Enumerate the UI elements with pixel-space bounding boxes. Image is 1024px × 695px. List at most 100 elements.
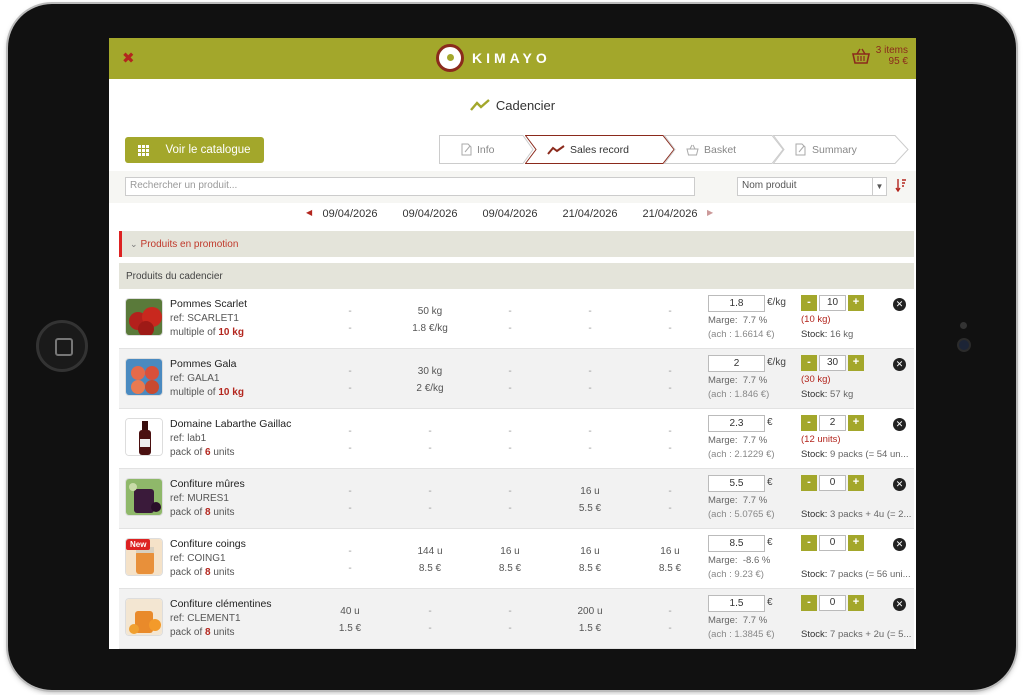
remove-icon[interactable]: ✕ [893, 598, 906, 611]
search-input[interactable]: Rechercher un produit... [125, 177, 695, 196]
history-cell: - - [470, 483, 550, 517]
decrement-button[interactable]: - [801, 535, 817, 551]
product-image[interactable]: New [125, 538, 163, 576]
step-summary[interactable]: Summary [773, 135, 909, 164]
stock-label: Stock: [801, 629, 828, 640]
increment-button[interactable]: + [848, 295, 864, 311]
step-info[interactable]: Info [439, 135, 534, 164]
step-basket[interactable]: Basket [664, 135, 784, 164]
step-sales-record[interactable]: Sales record [525, 135, 675, 164]
product-image[interactable] [125, 298, 163, 336]
purchase-price: (ach : 9.23 €) [708, 569, 764, 580]
increment-button[interactable]: + [848, 595, 864, 611]
decrement-button[interactable]: - [801, 475, 817, 491]
history-price: - [588, 323, 592, 334]
price-input[interactable]: 5.5 [708, 475, 765, 492]
product-image[interactable] [125, 358, 163, 396]
stock-label: Stock: [801, 329, 828, 340]
pack-value: 10 kg [218, 327, 244, 338]
decrement-button[interactable]: - [801, 355, 817, 371]
price-input[interactable]: 1.5 [708, 595, 765, 612]
quantity-input[interactable]: 30 [819, 355, 846, 371]
cadencier-section-header: Produits du cadencier [119, 263, 914, 289]
close-icon[interactable]: ✖ [122, 49, 135, 67]
decrement-button[interactable]: - [801, 295, 817, 311]
remove-icon[interactable]: ✕ [893, 478, 906, 491]
product-name[interactable]: Confiture clémentines [170, 598, 272, 610]
pack-prefix: pack of [170, 627, 206, 638]
home-button[interactable] [36, 320, 88, 372]
product-row: New Confiture coings ref: COING1 pack of 8 … [119, 529, 914, 589]
history-qty: - [348, 486, 352, 497]
history-qty: 16 u [580, 486, 600, 497]
stock-label: Stock: [801, 569, 828, 580]
basket-icon [851, 48, 870, 64]
history-cell: 16 u 5.5 € [550, 483, 630, 517]
sort-select[interactable]: Nom produit ▼ [737, 177, 887, 196]
view-catalog-button[interactable]: Voir le catalogue [125, 137, 264, 163]
cart-total: 95 € [888, 56, 908, 67]
increment-button[interactable]: + [848, 415, 864, 431]
price-unit: €/kg [767, 357, 786, 368]
history-cell: - - [630, 423, 710, 457]
quantity-input[interactable]: 0 [819, 475, 846, 491]
product-name[interactable]: Pommes Gala [170, 358, 237, 370]
logo-text: KIMAYO [472, 50, 551, 66]
increment-button[interactable]: + [848, 475, 864, 491]
purchase-price: (ach : 1.3845 €) [708, 629, 775, 640]
product-name[interactable]: Confiture mûres [170, 478, 245, 490]
next-arrow-icon[interactable]: ▶ [707, 208, 713, 217]
stock-value: 57 kg [830, 389, 854, 400]
promo-section-header[interactable]: ⌄ Produits en promotion [119, 231, 914, 257]
history-qty: 40 u [340, 606, 360, 617]
history-cell: 16 u 8.5 € [550, 543, 630, 577]
history-cell: 200 u 1.5 € [550, 603, 630, 637]
increment-button[interactable]: + [848, 355, 864, 371]
margin-info: Marge: 7.7 % [708, 495, 767, 506]
product-image[interactable] [125, 478, 163, 516]
history-price: - [508, 443, 512, 454]
quantity-input[interactable]: 10 [819, 295, 846, 311]
decrement-button[interactable]: - [801, 415, 817, 431]
margin-info: Marge: 7.7 % [708, 315, 767, 326]
remove-icon[interactable]: ✕ [893, 418, 906, 431]
history-price: - [588, 383, 592, 394]
remove-icon[interactable]: ✕ [893, 358, 906, 371]
decrement-button[interactable]: - [801, 595, 817, 611]
remove-icon[interactable]: ✕ [893, 298, 906, 311]
cart-summary[interactable]: 3 items 95 € [851, 45, 908, 67]
remove-icon[interactable]: ✕ [893, 538, 906, 551]
page-title: Cadencier [495, 97, 556, 113]
increment-button[interactable]: + [848, 535, 864, 551]
camera-lens [957, 338, 971, 352]
product-image[interactable] [125, 418, 163, 456]
stock-label: Stock: [801, 389, 828, 400]
margin-label: Marge: [708, 555, 738, 566]
quantity-input[interactable]: 2 [819, 415, 846, 431]
history-cell: - - [470, 303, 550, 337]
price-input[interactable]: 1.8 [708, 295, 765, 312]
logo-mark-icon [436, 44, 464, 72]
price-input[interactable]: 8.5 [708, 535, 765, 552]
history-qty: - [508, 606, 512, 617]
stock-info: Stock: 7 packs + 2u (= 5... [801, 629, 913, 640]
product-ref: ref: CLEMENT1 [170, 613, 241, 624]
product-name[interactable]: Pommes Scarlet [170, 298, 247, 310]
product-pack-info: multiple of 10 kg [170, 387, 244, 398]
price-input[interactable]: 2.3 [708, 415, 765, 432]
product-pack-info: pack of 8 units [170, 627, 235, 638]
history-qty: - [508, 486, 512, 497]
product-image[interactable] [125, 598, 163, 636]
product-row: Pommes Scarlet ref: SCARLET1 multiple of 1… [119, 289, 914, 349]
history-qty: - [668, 306, 672, 317]
product-name[interactable]: Domaine Labarthe Gaillac [170, 418, 291, 430]
history-price: - [668, 623, 672, 634]
quantity-input[interactable]: 0 [819, 595, 846, 611]
quantity-input[interactable]: 0 [819, 535, 846, 551]
sort-order-icon[interactable] [895, 178, 907, 192]
price-input[interactable]: 2 [708, 355, 765, 372]
margin-label: Marge: [708, 435, 738, 446]
filter-row: Rechercher un produit... Nom produit ▼ [109, 171, 916, 203]
product-name[interactable]: Confiture coings [170, 538, 246, 550]
history-price: - [428, 503, 432, 514]
